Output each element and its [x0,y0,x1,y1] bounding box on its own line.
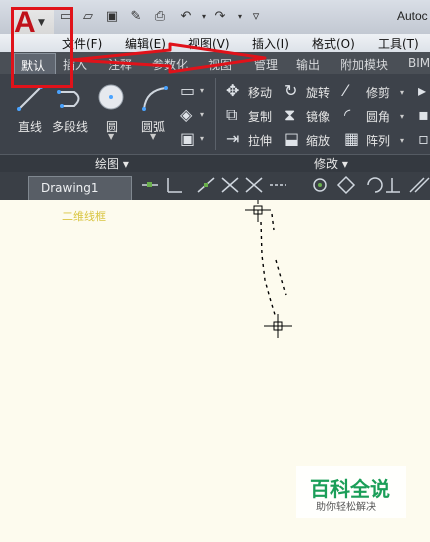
arc-icon[interactable] [140,84,170,112]
redo-dropdown-icon[interactable]: ▾ [232,9,248,25]
copy-icon[interactable]: ⧉ [226,106,237,124]
object-snap-toolbar [142,175,430,195]
chevron-down-icon[interactable]: ▾ [400,112,404,121]
save-icon[interactable]: ▣ [104,9,120,25]
chevron-down-icon[interactable]: ▾ [200,134,204,143]
undo-dropdown-icon[interactable]: ▾ [196,9,212,25]
trim-icon[interactable]: ⁄ [344,82,347,100]
panel-title-bar [0,154,430,173]
trim-label[interactable]: 修剪 [366,84,390,101]
offset-icon[interactable]: ▫ [418,130,429,148]
undo-icon[interactable]: ↶ [178,9,194,25]
move-label[interactable]: 移动 [248,84,272,101]
array-label[interactable]: 阵列 [366,132,390,149]
rotate-label[interactable]: 旋转 [306,84,330,101]
tab-bim[interactable]: BIM [408,56,430,70]
copy-label[interactable]: 复制 [248,108,272,125]
line-icon[interactable] [16,84,44,112]
move-icon[interactable]: ✥ [226,82,239,100]
document-tab-label: Drawing1 [41,181,99,195]
tab-addins[interactable]: 附加模块 [340,56,388,73]
panel-divider [215,78,216,150]
customize-icon[interactable]: ▿ [248,9,264,25]
save-as-icon[interactable]: ✎ [128,9,144,25]
scale-label[interactable]: 缩放 [306,132,330,149]
document-tab[interactable]: Drawing1 [28,176,132,201]
rectangle-icon[interactable]: ▭ [180,82,195,100]
chevron-down-icon[interactable]: ▼ [108,132,114,141]
scale-icon[interactable]: ⬓ [284,130,299,148]
menu-tools[interactable]: 工具(T) [378,35,419,52]
watermark-subtitle: 助你轻松解决 [316,502,376,513]
highlight-box-app-menu [11,7,73,88]
explode-icon[interactable]: ▪ [418,106,429,124]
window-title: Autoc [397,9,428,23]
chevron-down-icon[interactable]: ▾ [200,86,204,95]
redo-icon[interactable]: ↷ [212,9,228,25]
more-icon[interactable]: ▸ [418,82,426,100]
draw-panel-title[interactable]: 绘图 ▾ [95,155,129,172]
fillet-label[interactable]: 圆角 [366,108,390,125]
stretch-icon[interactable]: ⇥ [226,130,239,148]
chevron-down-icon[interactable]: ▾ [200,110,204,119]
circle-icon[interactable] [96,82,126,112]
chevron-down-icon[interactable]: ▼ [150,132,156,141]
print-icon[interactable]: ⎙ [152,9,168,25]
stretch-label[interactable]: 拉伸 [248,132,272,149]
menu-format[interactable]: 格式(O) [312,35,355,52]
red-arrow-annotation [70,42,267,74]
open-icon[interactable]: ▱ [80,9,96,25]
modify-panel-title[interactable]: 修改 ▾ [314,155,348,172]
fillet-icon[interactable]: ◜ [344,106,350,124]
tab-output[interactable]: 输出 [296,56,320,73]
chevron-down-icon[interactable]: ▾ [400,88,404,97]
array-icon[interactable]: ▦ [344,130,359,148]
line-label[interactable]: 直线 [18,118,42,135]
hatch-icon[interactable]: ◈ [180,106,192,124]
polyline-icon[interactable] [56,84,86,112]
mirror-icon[interactable]: ⧗ [284,106,295,124]
region-icon[interactable]: ▣ [180,130,195,148]
rotate-icon[interactable]: ↻ [284,82,297,100]
mirror-label[interactable]: 镜像 [306,108,330,125]
chevron-down-icon[interactable]: ▾ [400,136,404,145]
polyline-label[interactable]: 多段线 [52,118,88,135]
